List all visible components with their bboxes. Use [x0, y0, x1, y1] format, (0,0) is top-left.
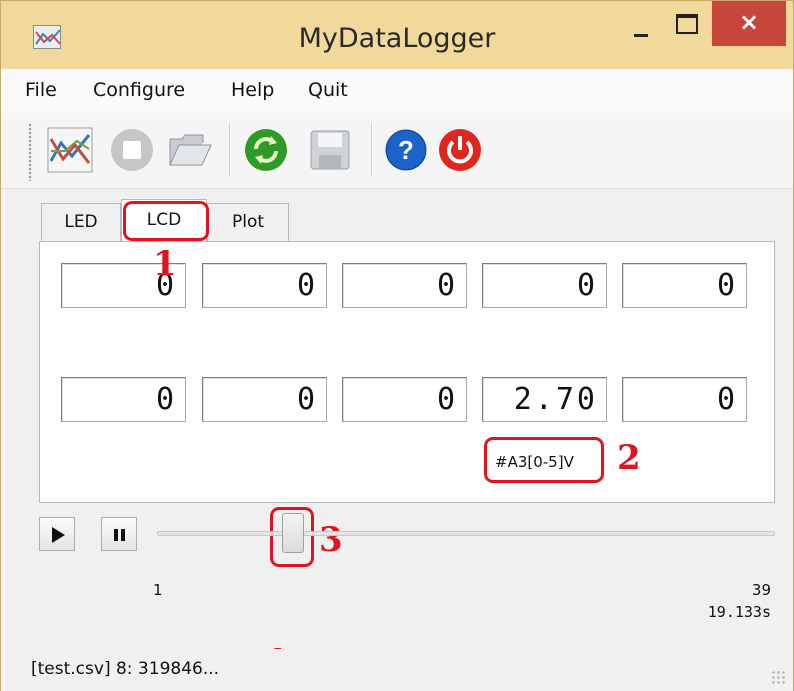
toolbar: ? — [1, 113, 793, 189]
chart-icon[interactable] — [45, 125, 95, 175]
annotation-box — [484, 437, 604, 483]
status-text: [test.csv] 8: 319846... — [31, 659, 220, 679]
title-bar[interactable]: MyDataLogger × — [1, 1, 793, 69]
lcd-value: 0 — [436, 382, 458, 417]
close-button[interactable]: × — [712, 1, 786, 46]
help-icon[interactable]: ? — [381, 125, 431, 175]
lcd-display: 0 — [202, 263, 327, 308]
lcd-value: 2.70 — [513, 382, 598, 417]
lcd-display: 0 — [61, 377, 186, 422]
resize-grip-icon[interactable] — [771, 670, 785, 684]
tab-led[interactable]: LED — [41, 203, 121, 242]
lcd-display: 0 — [342, 377, 467, 422]
menu-file[interactable]: File — [25, 79, 57, 101]
toolbar-separator — [229, 123, 231, 177]
menu-bar: File Configure Help Quit — [1, 69, 793, 113]
play-button[interactable] — [39, 517, 75, 551]
time-slider-handle[interactable] — [282, 513, 305, 553]
annotation-number: 1 — [153, 244, 177, 284]
annotation-number: 2 — [617, 438, 641, 478]
annotation-number: 3 — [319, 520, 343, 560]
lcd-value: 0 — [716, 382, 738, 417]
folder-open-icon[interactable] — [165, 125, 215, 175]
toolbar-grip[interactable] — [28, 123, 32, 181]
slider-min-label: 1 — [153, 581, 163, 599]
annotation-box — [123, 201, 209, 241]
lcd-value: 0 — [576, 268, 598, 303]
menu-configure[interactable]: Configure — [93, 79, 185, 101]
app-window: MyDataLogger × File Configure Help Quit — [0, 0, 794, 691]
minimize-button[interactable] — [620, 1, 664, 46]
save-icon[interactable] — [305, 125, 355, 175]
lcd-display: 0 — [622, 377, 747, 422]
pause-button[interactable] — [101, 517, 137, 551]
svg-text:?: ? — [398, 135, 414, 165]
lcd-display: 2.70 — [482, 377, 607, 422]
slider-max-label: 39 — [751, 581, 771, 599]
lcd-display: 0 — [622, 263, 747, 308]
lcd-display: 0 — [482, 263, 607, 308]
menu-quit[interactable]: Quit — [308, 79, 348, 101]
power-icon[interactable] — [435, 125, 485, 175]
lcd-value: 0 — [296, 268, 318, 303]
tab-plot[interactable]: Plot — [207, 203, 289, 242]
lcd-display: 0 — [202, 377, 327, 422]
lcd-value: 0 — [436, 268, 458, 303]
menu-help[interactable]: Help — [231, 79, 274, 101]
lcd-value: 0 — [296, 382, 318, 417]
lcd-display: 0 — [342, 263, 467, 308]
elapsed-time-label: 19.133s — [707, 603, 771, 621]
maximize-button[interactable] — [664, 1, 708, 46]
time-slider-track[interactable] — [157, 531, 775, 536]
lcd-value: 0 — [716, 268, 738, 303]
refresh-icon[interactable] — [241, 125, 291, 175]
lcd-value: 0 — [155, 382, 177, 417]
toolbar-separator — [371, 123, 373, 177]
stop-icon[interactable] — [107, 125, 157, 175]
